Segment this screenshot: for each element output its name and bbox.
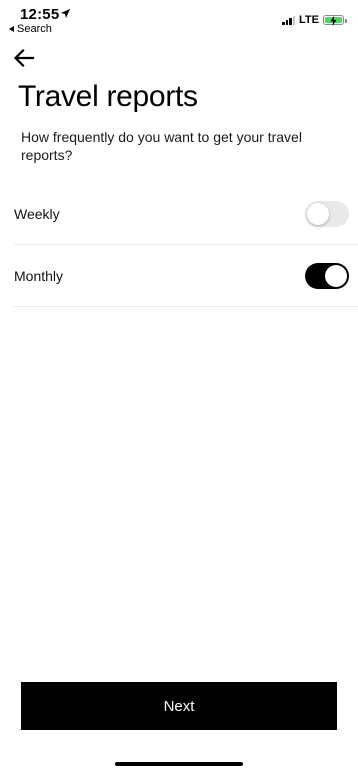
back-button[interactable] (12, 46, 36, 70)
option-label-weekly: Weekly (14, 205, 60, 222)
network-label: LTE (299, 14, 319, 26)
option-label-monthly: Monthly (14, 267, 64, 284)
page-title: Travel reports (18, 80, 198, 113)
next-button[interactable]: Next (21, 682, 337, 730)
battery-charging-icon (323, 15, 347, 26)
arrow-left-icon (13, 48, 35, 68)
toggle-knob (307, 202, 329, 225)
signal-icon (282, 15, 296, 25)
monthly-toggle[interactable] (305, 262, 349, 289)
toggle-knob (325, 264, 347, 287)
weekly-toggle[interactable] (305, 200, 349, 227)
charging-bolt-icon (330, 16, 337, 26)
location-arrow-icon (60, 8, 71, 19)
option-row-monthly[interactable]: Monthly (14, 245, 358, 307)
back-to-app-link[interactable]: Search (9, 23, 52, 35)
status-indicators: LTE (282, 14, 347, 26)
status-time: 12:55 (20, 6, 60, 23)
option-row-weekly[interactable]: Weekly (14, 183, 358, 245)
status-bar: 12:55 Search LTE (0, 0, 358, 40)
home-indicator[interactable] (115, 762, 243, 766)
back-triangle-icon (9, 26, 14, 32)
page-subtitle: How frequently do you want to get your t… (21, 129, 302, 163)
back-to-app-label: Search (17, 23, 52, 35)
